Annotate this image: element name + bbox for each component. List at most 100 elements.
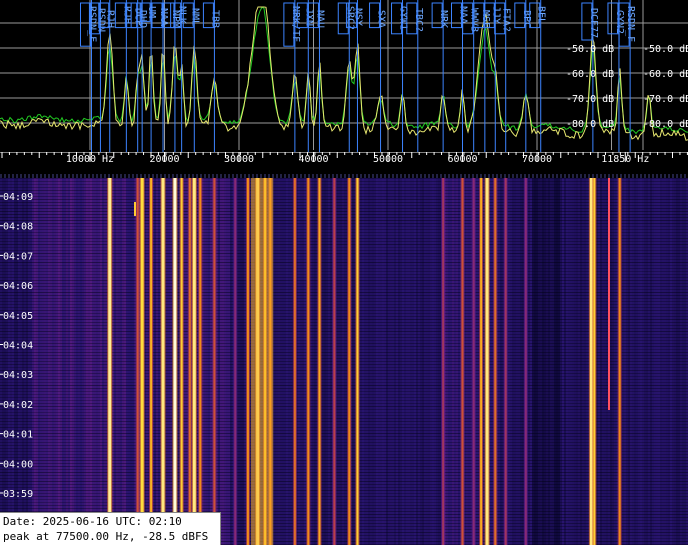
- time-label: 04:09: [3, 192, 33, 203]
- carrier-trace: [618, 178, 621, 545]
- waterfall-scanline: [0, 370, 688, 371]
- waterfall-scanline: [0, 271, 688, 272]
- date-readout: Date: 2025-06-16 UTC: 02:10: [3, 515, 182, 528]
- waterfall-scanline: [0, 304, 688, 305]
- db-label-right: -70.0 dB: [643, 94, 688, 105]
- waterfall-scanline: [0, 313, 688, 314]
- db-label: -80.0 dB: [566, 119, 614, 130]
- waterfall-scanline: [0, 466, 688, 467]
- waterfall-scanline: [0, 250, 688, 251]
- carrier-trace: [213, 178, 216, 545]
- waterfall-scanline: [0, 460, 688, 461]
- waterfall-scanline: [0, 382, 688, 383]
- waterfall-scanline: [0, 241, 688, 242]
- freq-label: 10000 Hz: [66, 154, 114, 165]
- frequency-axis: 10000 Hz 20000 30000 40000 50000 60000 70000 11…: [0, 152, 688, 178]
- waterfall-scanline: [0, 217, 688, 218]
- waterfall-scanline: [0, 502, 688, 503]
- station-marker-label: NAU: [314, 10, 325, 28]
- waterfall-scanline: [0, 451, 688, 452]
- waterfall-scanline: [0, 478, 688, 479]
- waterfall-scanline: [0, 397, 688, 398]
- waterfall-scanline: [0, 334, 688, 335]
- waterfall-scanline: [0, 322, 688, 323]
- waterfall-scanline: [0, 289, 688, 290]
- waterfall-scanline: [0, 274, 688, 275]
- carrier-trace: [192, 178, 196, 545]
- waterfall-scanline: [0, 412, 688, 413]
- waterfall-scanline: [0, 487, 688, 488]
- carrier-trace: [472, 178, 475, 545]
- waterfall-scanline: [0, 394, 688, 395]
- waterfall-scanline: [0, 490, 688, 491]
- waterfall-scanline: [0, 256, 688, 257]
- waterfall-scanline: [0, 355, 688, 356]
- spectrum-analyzer-window: RSDN_F RSDN RJH RJH DCF DHO UM NAA NPM NLK NML TBB N…: [0, 0, 688, 545]
- waterfall-scanline: [0, 184, 688, 185]
- station-marker-label: BEL: [536, 6, 547, 24]
- waterfall-scanline: [0, 472, 688, 473]
- freq-label: 60000: [447, 154, 477, 165]
- waterfall-scanline: [0, 385, 688, 386]
- waterfall-scanline: [0, 463, 688, 464]
- waterfall-scanline: [0, 202, 688, 203]
- carrier-trace: [188, 178, 191, 545]
- waterfall-scanline: [0, 475, 688, 476]
- waterfall-scanline: [0, 424, 688, 425]
- waterfall-scanline: [0, 280, 688, 281]
- waterfall-scanline: [0, 319, 688, 320]
- db-label-right: -50.0 dB: [643, 44, 688, 55]
- waterfall-scanline: [0, 310, 688, 311]
- waterfall-scanline: [0, 298, 688, 299]
- db-label-right: -80.0 dB: [643, 119, 688, 130]
- time-label: 04:04: [3, 341, 33, 352]
- waterfall-scanline: [0, 238, 688, 239]
- waterfall-scanline: [0, 481, 688, 482]
- carrier-trace: [494, 178, 497, 545]
- waterfall-scanline: [0, 352, 688, 353]
- carrier-trace: [199, 178, 202, 545]
- carrier-trace: [318, 178, 321, 545]
- station-marker-label: RSDN_F: [625, 6, 636, 42]
- waterfall-scanline: [0, 367, 688, 368]
- station-marker-label: FTA?: [501, 8, 512, 32]
- waterfall-scanline: [0, 199, 688, 200]
- waterfall-scanline: [0, 187, 688, 188]
- red-carrier-trace: [608, 178, 610, 410]
- waterfall-scanline: [0, 430, 688, 431]
- waterfall-scanline: [0, 364, 688, 365]
- waterfall-display[interactable]: 04:09 04:08 04:07 04:06 04:05 04:04 04:03 04:02…: [0, 178, 688, 545]
- waterfall-scanline: [0, 178, 688, 179]
- freq-label: 20000: [149, 154, 179, 165]
- peak-readout: peak at 77500.00 Hz, -28.5 dBFS: [3, 530, 209, 543]
- waterfall-scanline: [0, 421, 688, 422]
- waterfall-scanline: [0, 316, 688, 317]
- station-marker-label: NML: [189, 8, 200, 26]
- waterfall-scanline: [0, 418, 688, 419]
- waterfall-scanline: [0, 340, 688, 341]
- carrier-trace: [356, 178, 359, 545]
- waterfall-scanline: [0, 226, 688, 227]
- spectrum-plot[interactable]: RSDN_FRSDNRJH RJH DCFDHOUM NAA NPMNLK NML TBB N…: [0, 0, 688, 152]
- station-marker-label: NRK: [438, 10, 449, 28]
- waterfall-scanline: [0, 196, 688, 197]
- freq-label: 50000: [373, 154, 403, 165]
- db-label: -50.0 dB: [566, 44, 614, 55]
- carrier-trace: [524, 178, 527, 545]
- carrier-trace: [348, 178, 351, 545]
- waterfall-scanline: [0, 292, 688, 293]
- carrier-trace: [480, 178, 483, 545]
- waterfall-scanline: [0, 349, 688, 350]
- freq-label: 30000: [224, 154, 254, 165]
- freq-label: 40000: [298, 154, 328, 165]
- carrier-trace: [442, 178, 445, 545]
- waterfall-scanline: [0, 223, 688, 224]
- waterfall-scanline: [0, 220, 688, 221]
- carrier-trace: [234, 178, 237, 545]
- waterfall-scanline: [0, 265, 688, 266]
- station-marker-label: RJH: [105, 10, 116, 28]
- time-label: 03:59: [3, 489, 33, 500]
- freq-label: 70000: [522, 154, 552, 165]
- waterfall-scanline: [0, 211, 688, 212]
- db-label-right: -60.0 dB: [643, 69, 688, 80]
